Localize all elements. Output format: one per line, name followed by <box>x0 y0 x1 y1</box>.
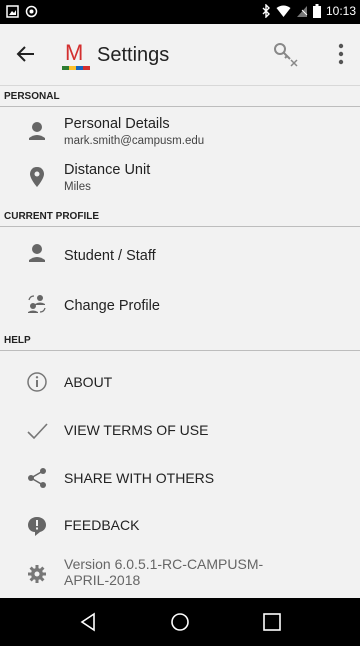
status-bar: 10:13 <box>0 0 360 24</box>
wifi-icon <box>276 5 291 17</box>
key-clear-icon[interactable] <box>272 42 300 68</box>
section-header-help: HELP <box>0 331 360 351</box>
overflow-menu-icon[interactable] <box>334 42 348 66</box>
switch-profile-icon <box>28 295 46 313</box>
back-arrow-icon[interactable] <box>14 42 38 66</box>
terms-item[interactable]: VIEW TERMS OF USE <box>0 403 360 451</box>
share-item[interactable]: SHARE WITH OTHERS <box>0 452 360 500</box>
terms-label: VIEW TERMS OF USE <box>64 422 209 438</box>
distance-unit-value: Miles <box>64 181 91 193</box>
image-icon <box>6 5 19 18</box>
student-staff-item[interactable]: Student / Staff <box>0 228 360 278</box>
about-item[interactable]: ABOUT <box>0 352 360 400</box>
battery-icon <box>312 4 321 18</box>
nav-recents-icon[interactable] <box>260 610 284 634</box>
personal-details-label: Personal Details <box>64 116 170 132</box>
feedback-label: FEEDBACK <box>64 517 140 533</box>
settings-gear-icon <box>28 565 46 583</box>
section-header-current-profile: CURRENT PROFILE <box>0 207 360 227</box>
student-staff-label: Student / Staff <box>64 248 156 264</box>
share-icon <box>28 468 46 488</box>
page-title: Settings <box>97 44 170 66</box>
person-icon <box>29 122 45 140</box>
about-label: ABOUT <box>64 374 113 390</box>
system-nav-bar <box>0 598 360 646</box>
status-time: 10:13 <box>325 4 356 18</box>
section-header-personal: PERSONAL <box>0 87 360 107</box>
no-sim-icon <box>296 5 308 17</box>
logo-color-bar <box>62 66 90 70</box>
info-icon <box>27 372 47 392</box>
location-pin-icon <box>30 167 44 187</box>
app-bar: M Settings <box>0 24 360 86</box>
check-icon <box>27 423 48 440</box>
nav-home-icon[interactable] <box>168 610 192 634</box>
app-logo-letter: M <box>65 40 84 65</box>
record-icon <box>25 5 38 18</box>
feedback-icon <box>28 517 46 536</box>
change-profile-item[interactable]: Change Profile <box>0 279 360 329</box>
personal-details-item[interactable]: Personal Details mark.smith@campusm.edu <box>0 108 360 154</box>
app-logo: M <box>62 40 90 70</box>
feedback-item[interactable]: FEEDBACK <box>0 502 360 550</box>
bluetooth-icon <box>262 4 270 18</box>
distance-unit-label: Distance Unit <box>64 162 151 178</box>
distance-unit-item[interactable]: Distance Unit Miles <box>0 154 360 200</box>
share-label: SHARE WITH OTHERS <box>64 470 215 486</box>
version-text: Version 6.0.5.1-RC-CAMPUSM-APRIL-2018 <box>64 556 264 588</box>
person-icon <box>29 244 45 262</box>
version-item: Version 6.0.5.1-RC-CAMPUSM-APRIL-2018 <box>0 551 360 597</box>
nav-back-icon[interactable] <box>76 610 100 634</box>
personal-details-email: mark.smith@campusm.edu <box>64 135 205 147</box>
change-profile-label: Change Profile <box>64 298 160 314</box>
